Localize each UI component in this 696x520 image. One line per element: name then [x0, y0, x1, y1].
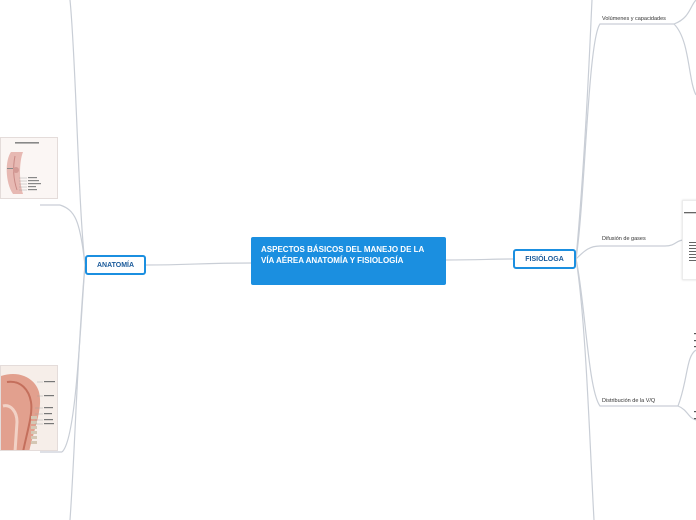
subtopic-difusion-label: Difusión de gases	[602, 236, 646, 242]
subtopic-distribucion-label: Distribución de la V/Q	[602, 398, 656, 404]
central-topic-title: ASPECTOS BÁSICOS DEL MANEJO DE LA VÍA AÉ…	[261, 245, 424, 265]
card-text-lines	[684, 212, 696, 261]
airway-anatomy-illustration	[1, 366, 57, 450]
branch-fisiologa[interactable]: FISIÓLOGA	[513, 249, 576, 269]
branch-anatomia[interactable]: ANATOMÍA	[85, 255, 146, 275]
subtopic-distribucion[interactable]: Distribución de la V/Q	[602, 398, 655, 404]
larynx-illustration	[1, 138, 57, 198]
subtopic-volumenes-label: Volúmenes y capacidades	[602, 16, 666, 22]
subtopic-volumenes[interactable]: Volúmenes y capacidades	[602, 16, 666, 22]
branch-fisiologa-label: FISIÓLOGA	[525, 255, 564, 263]
airway-anatomy-image-thumbnail[interactable]	[0, 365, 58, 451]
larynx-image-thumbnail[interactable]	[0, 137, 58, 199]
subtopic-difusion[interactable]: Difusión de gases	[602, 236, 646, 242]
central-topic[interactable]: ASPECTOS BÁSICOS DEL MANEJO DE LA VÍA AÉ…	[251, 237, 446, 285]
difusion-info-card[interactable]	[682, 200, 696, 280]
branch-anatomia-label: ANATOMÍA	[96, 261, 135, 269]
